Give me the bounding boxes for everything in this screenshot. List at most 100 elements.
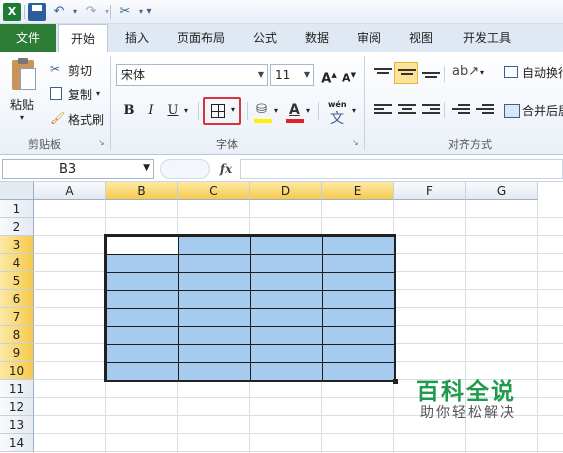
- insert-function-button[interactable]: fx: [214, 159, 238, 179]
- tab-review[interactable]: 审阅: [348, 24, 390, 52]
- customize-qat-icon[interactable]: ▾: [140, 3, 158, 21]
- orientation-icon[interactable]: ab↗: [452, 64, 479, 79]
- clipboard-launcher-icon[interactable]: ↘: [98, 138, 105, 147]
- table-cell[interactable]: [107, 291, 179, 309]
- italic-button[interactable]: I: [140, 100, 162, 122]
- row-header-4[interactable]: 4: [0, 254, 34, 272]
- row-header-7[interactable]: 7: [0, 308, 34, 326]
- table-cell[interactable]: [251, 327, 323, 345]
- font-color-dropdown-icon[interactable]: ▾: [306, 106, 310, 115]
- table-cell[interactable]: [251, 237, 323, 255]
- column-header-d[interactable]: D: [250, 182, 322, 200]
- align-left-icon[interactable]: [374, 104, 392, 118]
- formula-input[interactable]: [240, 159, 563, 179]
- excel-logo-icon[interactable]: X: [3, 3, 21, 21]
- tab-page-layout[interactable]: 页面布局: [166, 24, 236, 52]
- paste-button[interactable]: 粘贴: [10, 96, 34, 113]
- merge-center-button[interactable]: 合并后居: [522, 102, 563, 119]
- font-name-select[interactable]: 宋体 ▼: [116, 64, 268, 86]
- table-cell[interactable]: [179, 237, 251, 255]
- format-painter-icon[interactable]: 🖌: [50, 111, 65, 125]
- grow-font-button[interactable]: A▲: [318, 64, 340, 86]
- row-header-9[interactable]: 9: [0, 344, 34, 362]
- row-header-13[interactable]: 13: [0, 416, 34, 434]
- table-cell[interactable]: [107, 327, 179, 345]
- align-bottom-icon[interactable]: [422, 72, 440, 86]
- copy-button[interactable]: 复制: [68, 86, 92, 103]
- table-cell[interactable]: [179, 327, 251, 345]
- column-header-g[interactable]: G: [466, 182, 538, 200]
- table-cell[interactable]: [323, 309, 395, 327]
- column-header-e[interactable]: E: [322, 182, 394, 200]
- orientation-dropdown-icon[interactable]: ▾: [480, 68, 484, 77]
- table-cell[interactable]: [323, 237, 395, 255]
- tab-home[interactable]: 开始: [58, 24, 108, 53]
- scissors-icon[interactable]: ✂: [50, 62, 60, 76]
- table-cell[interactable]: [323, 291, 395, 309]
- font-size-select[interactable]: 11 ▼: [270, 64, 314, 86]
- table-cell[interactable]: [251, 309, 323, 327]
- copy-icon[interactable]: [50, 87, 62, 100]
- row-header-5[interactable]: 5: [0, 272, 34, 290]
- wrap-text-icon[interactable]: [504, 66, 518, 78]
- table-cell[interactable]: [179, 255, 251, 273]
- paste-icon[interactable]: [6, 58, 40, 96]
- row-header-3[interactable]: 3: [0, 236, 34, 254]
- cut-button[interactable]: 剪切: [68, 62, 92, 79]
- row-header-12[interactable]: 12: [0, 398, 34, 416]
- align-top-icon[interactable]: [374, 68, 392, 82]
- bold-button[interactable]: B: [118, 100, 140, 122]
- table-cell[interactable]: [323, 363, 395, 381]
- row-header-11[interactable]: 11: [0, 380, 34, 398]
- table-cell[interactable]: [179, 273, 251, 291]
- format-painter-button[interactable]: 格式刷: [68, 111, 104, 128]
- selected-range[interactable]: [106, 236, 395, 381]
- fill-color-button[interactable]: ⛁: [252, 102, 274, 124]
- tab-developer[interactable]: 开发工具: [452, 24, 522, 52]
- table-cell[interactable]: [251, 291, 323, 309]
- formula-bar-resizer[interactable]: [160, 159, 210, 179]
- merge-center-icon[interactable]: [504, 104, 520, 118]
- table-cell[interactable]: [323, 255, 395, 273]
- select-all-corner[interactable]: [0, 182, 34, 200]
- row-header-1[interactable]: 1: [0, 200, 34, 218]
- phonetic-dropdown-icon[interactable]: ▾: [352, 106, 356, 115]
- table-cell[interactable]: [323, 327, 395, 345]
- wrap-text-button[interactable]: 自动换行: [522, 64, 563, 81]
- table-cell[interactable]: [107, 345, 179, 363]
- tab-file[interactable]: 文件: [0, 24, 56, 52]
- underline-button[interactable]: U: [162, 100, 184, 122]
- row-header-10[interactable]: 10: [0, 362, 34, 380]
- phonetic-button[interactable]: wén 文: [326, 100, 354, 127]
- redo-dropdown-icon[interactable]: ▾: [98, 3, 116, 21]
- row-header-8[interactable]: 8: [0, 326, 34, 344]
- save-icon[interactable]: [28, 3, 46, 21]
- column-header-b[interactable]: B: [106, 182, 178, 200]
- table-cell[interactable]: [251, 345, 323, 363]
- decrease-indent-icon[interactable]: [452, 104, 470, 118]
- table-cell[interactable]: [251, 255, 323, 273]
- column-header-c[interactable]: C: [178, 182, 250, 200]
- table-cell[interactable]: [179, 309, 251, 327]
- tab-view[interactable]: 视图: [400, 24, 442, 52]
- font-color-button[interactable]: A: [284, 102, 306, 124]
- table-cell[interactable]: [251, 273, 323, 291]
- column-header-a[interactable]: A: [34, 182, 106, 200]
- table-cell[interactable]: [251, 363, 323, 381]
- underline-dropdown-icon[interactable]: ▾: [184, 106, 188, 115]
- align-right-icon[interactable]: [422, 104, 440, 118]
- tab-insert[interactable]: 插入: [116, 24, 158, 52]
- active-cell[interactable]: [107, 237, 179, 255]
- tab-data[interactable]: 数据: [296, 24, 338, 52]
- increase-indent-icon[interactable]: [476, 104, 494, 118]
- borders-button[interactable]: ▾: [203, 97, 241, 125]
- row-header-6[interactable]: 6: [0, 290, 34, 308]
- row-header-14[interactable]: 14: [0, 434, 34, 452]
- font-launcher-icon[interactable]: ↘: [352, 138, 359, 147]
- paste-dropdown-icon[interactable]: ▾: [20, 113, 24, 122]
- align-middle-button[interactable]: [394, 62, 418, 84]
- table-cell[interactable]: [107, 255, 179, 273]
- table-cell[interactable]: [323, 273, 395, 291]
- copy-dropdown-icon[interactable]: ▾: [96, 89, 100, 98]
- fill-dropdown-icon[interactable]: ▾: [274, 106, 278, 115]
